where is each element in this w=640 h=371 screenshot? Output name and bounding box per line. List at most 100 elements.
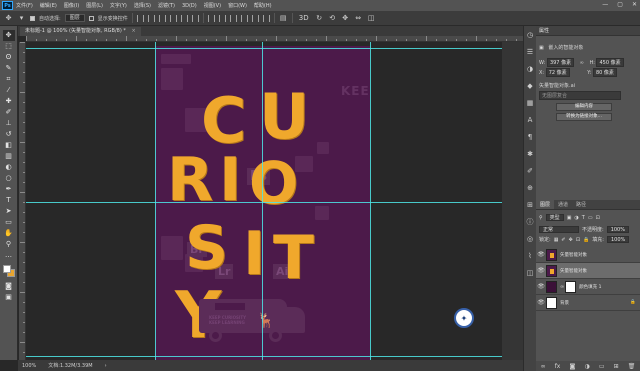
3d-roll-icon[interactable]: ⟲ bbox=[328, 14, 337, 23]
guide-horizontal[interactable] bbox=[26, 48, 502, 49]
move-tool-icon[interactable]: ✥ bbox=[4, 14, 13, 23]
clone-source-icon[interactable]: ⊕ bbox=[526, 183, 535, 192]
menu-layer[interactable]: 图层(L) bbox=[86, 2, 103, 9]
fx-icon[interactable]: fx bbox=[555, 363, 561, 370]
guide-vertical[interactable] bbox=[155, 42, 156, 360]
lasso-tool-icon[interactable]: ʘ bbox=[3, 52, 15, 63]
pen-tool-icon[interactable]: ✒ bbox=[3, 184, 15, 195]
guide-vertical[interactable] bbox=[370, 42, 371, 360]
link-icon[interactable]: ∞ bbox=[580, 60, 584, 66]
distribute-vcenter-icon[interactable] bbox=[218, 14, 226, 22]
guide-vertical[interactable] bbox=[262, 42, 263, 360]
chevron-down-icon[interactable]: ▾ bbox=[17, 14, 26, 23]
lock-paint-icon[interactable]: ✐ bbox=[561, 237, 565, 243]
layer-row[interactable]: 👁 背景 🔒 bbox=[536, 295, 640, 311]
eye-icon[interactable]: 👁 bbox=[536, 283, 546, 290]
maximize-button[interactable]: ▢ bbox=[617, 1, 623, 8]
layer-comp-select[interactable]: 无图层复合 bbox=[539, 91, 621, 100]
menu-file[interactable]: 文件(F) bbox=[16, 2, 33, 9]
auto-select-checkbox[interactable] bbox=[30, 15, 35, 21]
eye-icon[interactable]: 👁 bbox=[536, 251, 546, 258]
gradient-tool-icon[interactable]: ▥ bbox=[3, 151, 15, 162]
tab-paths[interactable]: 路径 bbox=[572, 200, 590, 209]
eye-icon[interactable]: 👁 bbox=[536, 299, 546, 306]
fill-field[interactable]: 100% bbox=[606, 236, 630, 243]
distribute-bottom-icon[interactable] bbox=[229, 14, 237, 22]
character-icon[interactable]: A bbox=[526, 115, 535, 124]
convert-to-linked-button[interactable]: 转换为链接对象... bbox=[556, 113, 612, 121]
brush-settings-icon[interactable]: ✐ bbox=[526, 166, 535, 175]
menu-select[interactable]: 选择(S) bbox=[134, 2, 151, 9]
w-field[interactable]: 397 像素 bbox=[546, 58, 575, 67]
folder-icon[interactable]: ▭ bbox=[599, 363, 605, 370]
rectangle-tool-icon[interactable]: ▭ bbox=[3, 217, 15, 228]
zoom-level[interactable]: 100% bbox=[22, 363, 36, 369]
properties-icon[interactable]: ☰ bbox=[526, 47, 535, 56]
menu-type[interactable]: 文字(Y) bbox=[110, 2, 127, 9]
adjustment-layer-icon[interactable]: ◑ bbox=[584, 363, 589, 370]
lock-artboard-icon[interactable]: ⊡ bbox=[576, 237, 580, 243]
quick-mask-icon[interactable]: ◙ bbox=[3, 281, 15, 292]
channels-icon[interactable]: ◎ bbox=[526, 234, 535, 243]
link-layers-icon[interactable]: ∞ bbox=[541, 363, 546, 370]
eyedropper-tool-icon[interactable]: ⁄ bbox=[3, 85, 15, 96]
color-swatches[interactable] bbox=[2, 264, 16, 278]
eraser-tool-icon[interactable]: ◧ bbox=[3, 140, 15, 151]
layers-icon[interactable]: ◫ bbox=[526, 268, 535, 277]
align-hcenter-icon[interactable] bbox=[180, 14, 188, 22]
menu-filter[interactable]: 滤镜(T) bbox=[158, 2, 175, 9]
3d-slide-icon[interactable]: ⇔ bbox=[354, 14, 363, 23]
distribute-right-icon[interactable] bbox=[262, 14, 270, 22]
adjustments-icon[interactable]: ◑ bbox=[526, 64, 535, 73]
styles-icon[interactable]: ✱ bbox=[526, 149, 535, 158]
clone-stamp-tool-icon[interactable]: ⊥ bbox=[3, 118, 15, 129]
vertical-ruler[interactable] bbox=[19, 42, 26, 360]
paths-icon[interactable]: ⌇ bbox=[526, 251, 535, 260]
layer-row[interactable]: 👁 矢量智能对象 bbox=[536, 263, 640, 279]
paragraph-icon[interactable]: ¶ bbox=[526, 132, 535, 141]
move-tool-icon[interactable]: ✥ bbox=[2, 30, 15, 41]
distribute-hcenter-icon[interactable] bbox=[251, 14, 259, 22]
doc-info[interactable]: 文档:1.32M/3.39M bbox=[48, 362, 92, 369]
zoom-tool-icon[interactable]: ⚲ bbox=[3, 239, 15, 250]
blur-tool-icon[interactable]: ◐ bbox=[3, 162, 15, 173]
swatches-icon[interactable]: ▦ bbox=[526, 98, 535, 107]
filter-smart-icon[interactable]: ⊡ bbox=[596, 215, 600, 221]
add-mask-icon[interactable]: ◙ bbox=[569, 363, 575, 370]
healing-brush-tool-icon[interactable]: ✚ bbox=[3, 96, 15, 107]
guide-horizontal[interactable] bbox=[26, 356, 502, 357]
canvas-area[interactable]: KEEP Ps Br Lr Ai C U R I O S I T Y KEEP … bbox=[26, 42, 502, 360]
3d-drag-icon[interactable]: ✥ bbox=[341, 14, 350, 23]
menu-help[interactable]: 帮助(H) bbox=[254, 2, 272, 9]
more-tools-icon[interactable]: … bbox=[3, 250, 15, 261]
lock-pixels-icon[interactable]: ▦ bbox=[554, 237, 559, 243]
chain-icon[interactable]: ∞ bbox=[560, 284, 564, 290]
menu-view[interactable]: 视图(V) bbox=[204, 2, 221, 9]
info-icon[interactable]: ⓘ bbox=[526, 217, 535, 226]
brush-tool-icon[interactable]: ✐ bbox=[3, 107, 15, 118]
quick-select-tool-icon[interactable]: ✎ bbox=[3, 63, 15, 74]
filter-type-select[interactable]: 类型 bbox=[545, 214, 564, 221]
screen-mode-icon[interactable]: ▣ bbox=[3, 292, 15, 303]
filter-pixel-icon[interactable]: ▣ bbox=[567, 215, 572, 221]
menu-image[interactable]: 图像(I) bbox=[64, 2, 79, 9]
status-arrow-icon[interactable]: › bbox=[105, 363, 107, 369]
x-field[interactable]: 72 像素 bbox=[545, 68, 570, 77]
align-top-icon[interactable] bbox=[136, 14, 144, 22]
align-left-icon[interactable] bbox=[169, 14, 177, 22]
navigator-icon[interactable]: ⊞ bbox=[526, 200, 535, 209]
3d-scale-icon[interactable]: ◫ bbox=[367, 14, 376, 23]
tab-layers[interactable]: 图层 bbox=[536, 200, 555, 209]
filter-type-icon[interactable]: T bbox=[582, 215, 585, 221]
align-bottom-icon[interactable] bbox=[158, 14, 166, 22]
h-field[interactable]: 450 像素 bbox=[596, 58, 624, 67]
opacity-field[interactable]: 100% bbox=[606, 226, 629, 233]
crop-tool-icon[interactable]: ⌗ bbox=[3, 74, 15, 85]
history-icon[interactable]: ◷ bbox=[526, 30, 535, 39]
distribute-top-icon[interactable] bbox=[207, 14, 215, 22]
history-brush-tool-icon[interactable]: ↺ bbox=[3, 129, 15, 140]
close-window-button[interactable]: ✕ bbox=[632, 1, 637, 8]
blend-mode-select[interactable]: 正常 bbox=[539, 226, 579, 233]
close-tab-icon[interactable]: × bbox=[131, 28, 135, 34]
layer-row[interactable]: 👁 矢量智能对象 bbox=[536, 247, 640, 263]
